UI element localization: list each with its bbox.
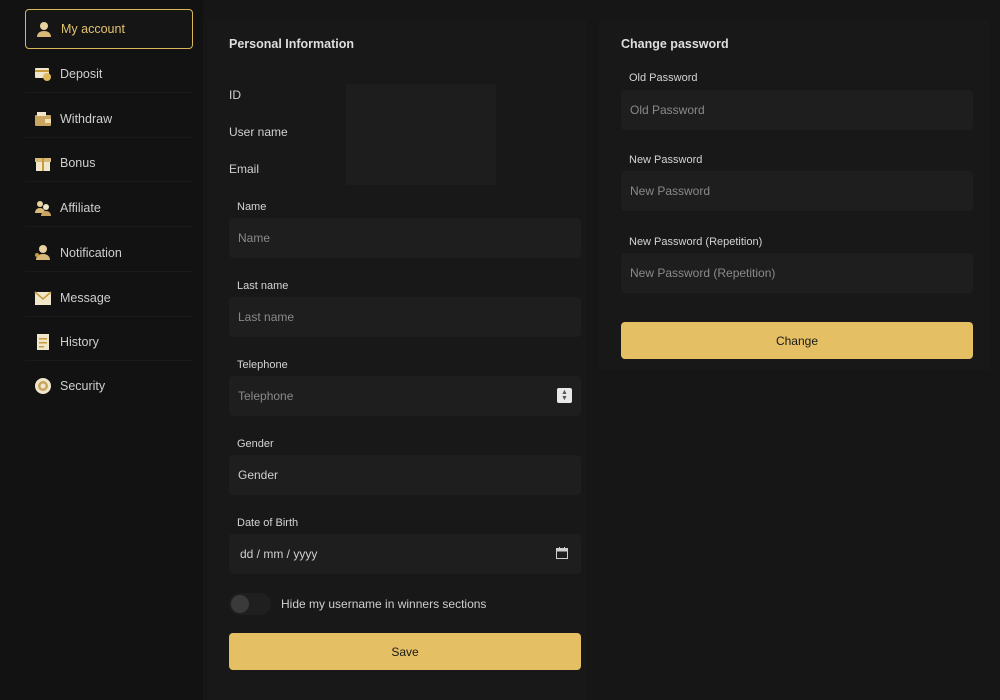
name-input[interactable]: Name: [229, 218, 581, 258]
repeat-password-input[interactable]: New Password (Repetition): [621, 253, 973, 293]
sidebar-item-withdraw[interactable]: Withdraw: [25, 100, 193, 138]
repeat-password-label: New Password (Repetition): [629, 236, 763, 248]
account-info-values: [346, 84, 496, 185]
dob-label: Date of Birth: [237, 517, 299, 529]
personal-info-title: Personal Information: [229, 37, 355, 51]
email-label: Email: [229, 162, 260, 176]
sidebar-item-affiliate[interactable]: Affiliate: [25, 189, 193, 227]
users-icon: [34, 199, 52, 217]
old-password-input[interactable]: Old Password: [621, 90, 973, 130]
id-label: ID: [229, 88, 241, 102]
dob-input[interactable]: dd / mm / yyyy: [229, 534, 581, 574]
save-button[interactable]: Save: [229, 633, 581, 670]
sidebar: My account Deposit Withdraw Bonus Affili…: [0, 0, 203, 700]
name-label: Name: [237, 201, 267, 213]
change-password-button[interactable]: Change: [621, 322, 973, 359]
telephone-label: Telephone: [237, 359, 288, 371]
calendar-icon[interactable]: [556, 547, 568, 562]
number-stepper[interactable]: ▲ ▼: [557, 388, 572, 403]
hide-username-label: Hide my username in winners sections: [281, 597, 487, 611]
envelope-icon: [34, 289, 52, 307]
old-password-label: Old Password: [629, 72, 698, 84]
username-label: User name: [229, 125, 288, 139]
change-password-title: Change password: [621, 37, 729, 51]
document-icon: [34, 333, 52, 351]
sidebar-item-label: Message: [60, 290, 111, 305]
stepper-down-icon: ▼: [561, 394, 568, 402]
sidebar-item-history[interactable]: History: [25, 323, 193, 361]
new-password-label: New Password: [629, 154, 703, 166]
bell-user-icon: [34, 244, 52, 262]
gender-label: Gender: [237, 438, 274, 450]
telephone-placeholder: Telephone: [238, 389, 294, 403]
gift-icon: [34, 154, 52, 172]
user-icon: [35, 20, 53, 38]
sidebar-item-label: Deposit: [60, 66, 103, 81]
sidebar-item-label: My account: [61, 22, 125, 36]
deposit-icon: [34, 65, 52, 83]
gender-select[interactable]: Gender: [229, 455, 581, 495]
sidebar-item-label: Notification: [60, 245, 122, 260]
sidebar-item-label: Affiliate: [60, 200, 101, 215]
new-password-input[interactable]: New Password: [621, 171, 973, 211]
sidebar-item-security[interactable]: Security: [25, 367, 193, 405]
sidebar-item-bonus[interactable]: Bonus: [25, 144, 193, 182]
sidebar-item-notification[interactable]: Notification: [25, 234, 193, 272]
last-name-input[interactable]: Last name: [229, 297, 581, 337]
sidebar-item-my-account[interactable]: My account: [25, 9, 193, 49]
hide-username-toggle[interactable]: [229, 593, 271, 615]
shield-icon: [34, 377, 52, 395]
sidebar-item-label: Withdraw: [60, 111, 113, 126]
last-name-label: Last name: [237, 280, 289, 292]
dob-value: dd / mm / yyyy: [240, 547, 318, 561]
toggle-knob: [231, 595, 249, 613]
sidebar-item-label: Bonus: [60, 155, 96, 170]
sidebar-item-deposit[interactable]: Deposit: [25, 55, 193, 93]
wallet-icon: [34, 110, 52, 128]
sidebar-item-label: Security: [60, 379, 106, 393]
sidebar-item-label: History: [60, 334, 99, 349]
telephone-input[interactable]: Telephone ▲ ▼: [229, 376, 581, 416]
sidebar-item-message[interactable]: Message: [25, 279, 193, 317]
